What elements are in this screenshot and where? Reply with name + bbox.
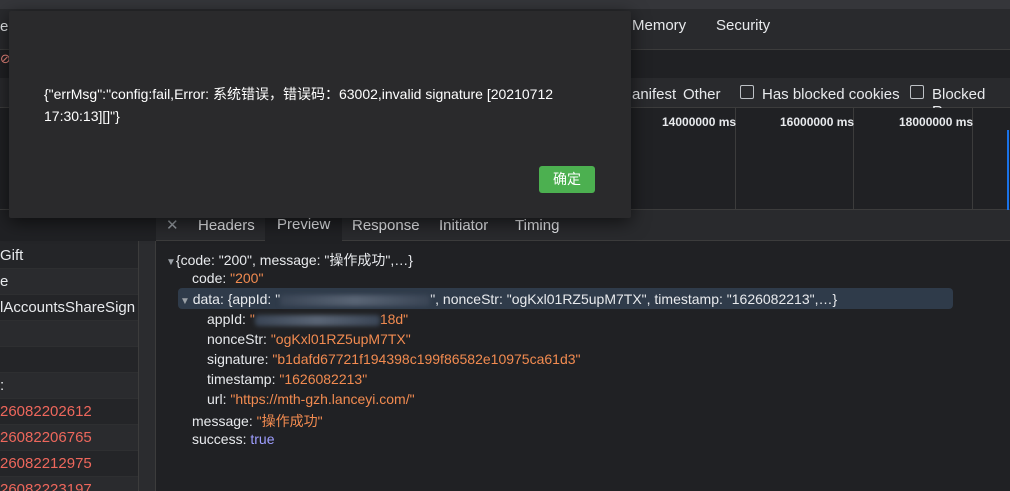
list-item[interactable]: 26082223197 [0, 477, 138, 491]
timeline-tick-label: 16000000 ms [780, 115, 855, 129]
redacted-appid-value [254, 314, 380, 326]
has-blocked-cookies-label: Has blocked cookies [762, 86, 900, 103]
ok-button[interactable]: 确定 [539, 166, 595, 193]
tree-row-timestamp: timestamp: "1626082213" [207, 371, 368, 387]
tab-response[interactable]: Response [352, 217, 420, 234]
request-list-scrollbar[interactable] [138, 241, 155, 491]
tab-timing[interactable]: Timing [515, 217, 559, 234]
request-list: Gift e lAccountsShareSign : 26082202612 … [0, 241, 138, 491]
tab-headers[interactable]: Headers [198, 217, 255, 234]
error-alert-dialog: {"errMsg":"config:fail,Error: 系统错误，错误码：6… [9, 11, 631, 218]
timeline-marker [1007, 130, 1009, 210]
filter-other[interactable]: Other [683, 86, 721, 103]
redacted-appid [280, 294, 431, 306]
tree-row-message: message: "操作成功" [192, 413, 323, 429]
list-item[interactable]: 26082206765 [0, 425, 138, 451]
blocked-requests-checkbox[interactable] [910, 85, 924, 99]
close-details-icon[interactable]: ✕ [166, 216, 179, 234]
tab-initiator[interactable]: Initiator [439, 217, 488, 234]
tab-security[interactable]: Security [716, 17, 770, 34]
timeline-tick-label: 14000000 ms [662, 115, 737, 129]
dialog-message: {"errMsg":"config:fail,Error: 系统错误，错误码：6… [44, 86, 554, 124]
list-item[interactable]: lAccountsShareSign [0, 295, 138, 321]
tree-row-code: code: "200" [192, 270, 264, 286]
list-item[interactable] [0, 347, 138, 373]
list-item[interactable]: : [0, 373, 138, 399]
window-edge [0, 0, 1010, 9]
tree-row-data[interactable]: ▼ data: {appId: " ", nonceStr: "ogKxl01RZ… [180, 291, 837, 307]
tree-row-signature: signature: "b1dafd67721f194398c199f86582… [207, 351, 581, 367]
has-blocked-cookies-checkbox[interactable] [740, 85, 754, 99]
tree-row-appid: appId: " 18d" [207, 311, 409, 327]
expand-triangle-icon[interactable]: ▼ [166, 257, 176, 268]
list-item[interactable]: e [0, 269, 138, 295]
list-item[interactable]: Gift [0, 243, 138, 269]
list-item[interactable]: 26082212975 [0, 451, 138, 477]
list-item[interactable] [0, 321, 138, 347]
tab-memory[interactable]: Memory [632, 17, 686, 34]
timeline-tick-label: 18000000 ms [899, 115, 974, 129]
record-stop-icon[interactable]: ⊘ [0, 52, 11, 66]
list-item[interactable]: 26082202612 [0, 399, 138, 425]
tree-row-success: success: true [192, 431, 275, 447]
expand-triangle-icon[interactable]: ▼ [180, 296, 193, 307]
filter-manifest[interactable]: anifest [632, 86, 676, 103]
tree-root-row[interactable]: ▼{code: "200", message: "操作成功",…} [166, 250, 413, 270]
tree-row-url: url: "https://mth-gzh.lanceyi.com/" [207, 391, 415, 407]
tree-row-noncestr: nonceStr: "ogKxl01RZ5upM7TX" [207, 331, 411, 347]
tab-partial[interactable]: e [0, 18, 8, 35]
